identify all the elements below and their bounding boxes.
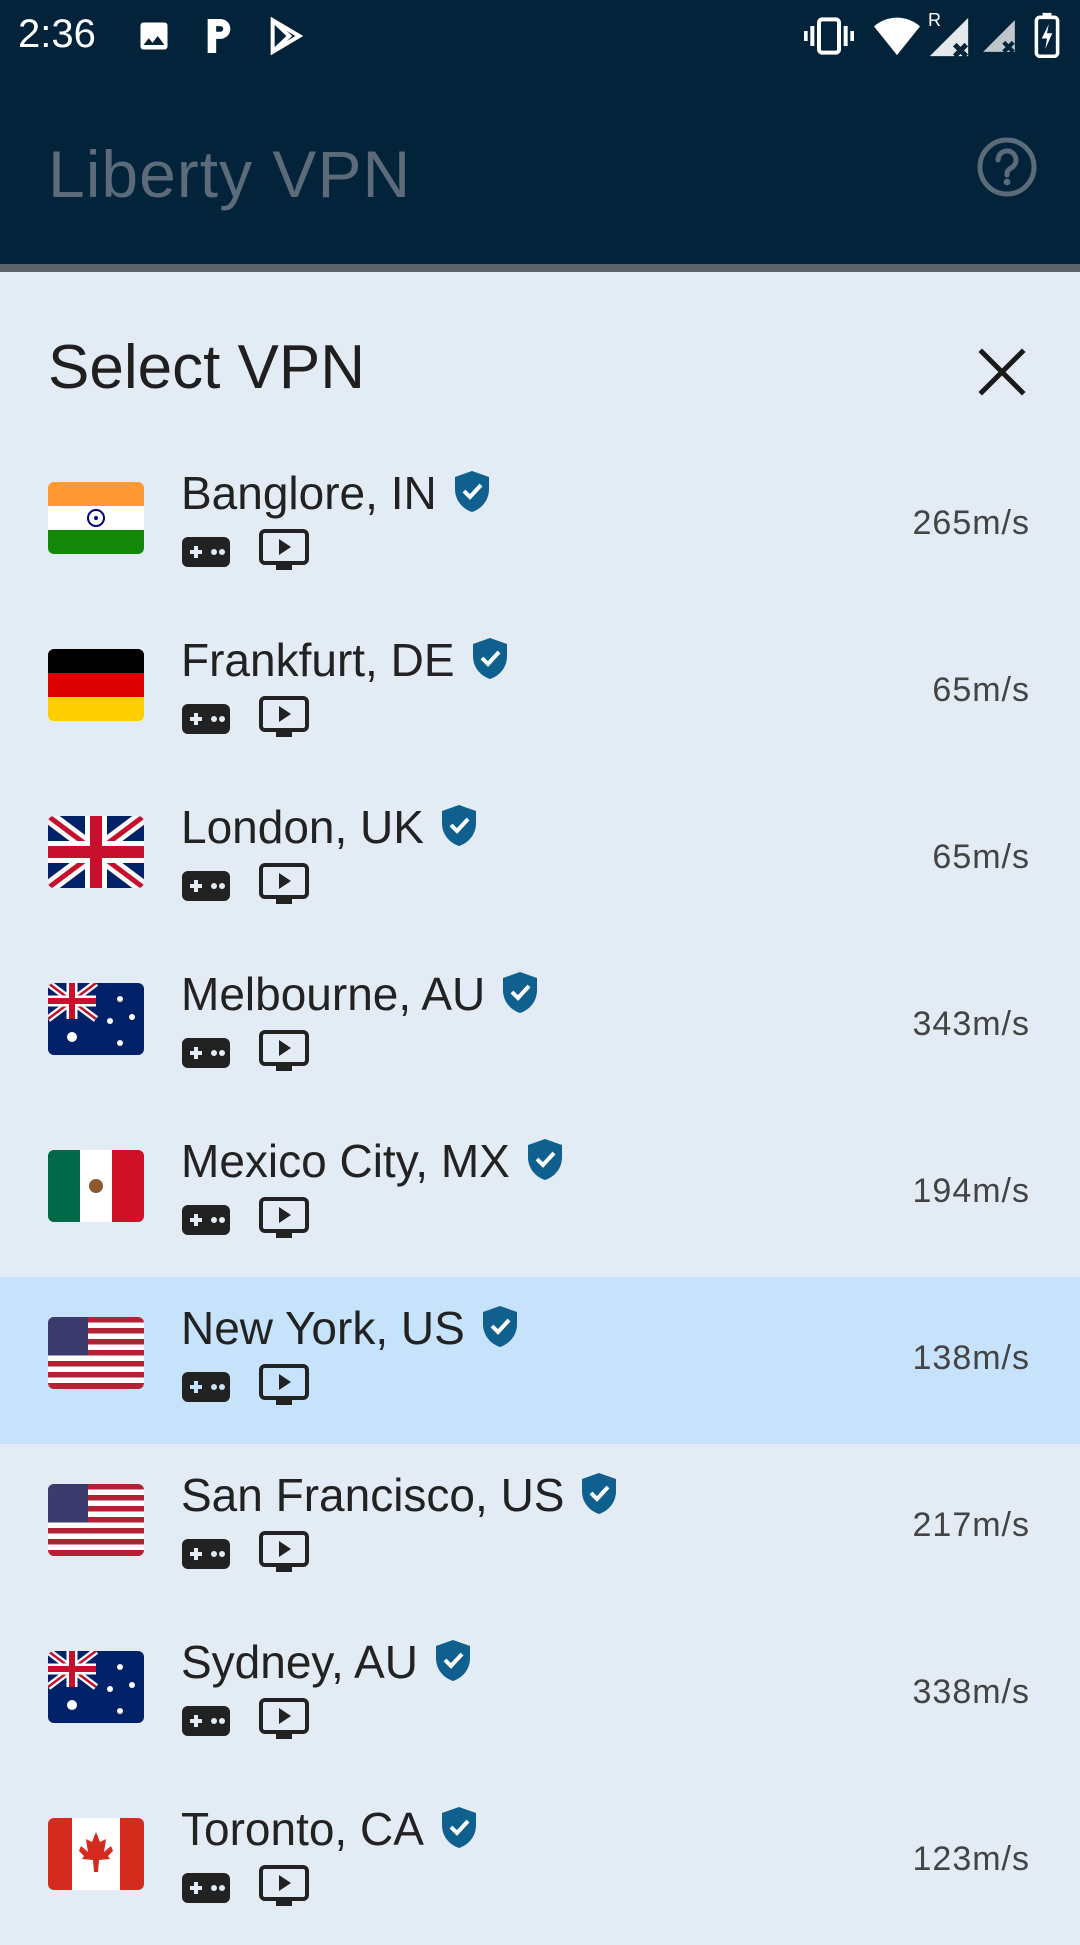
streaming-icon (259, 1364, 309, 1405)
gaming-icon (182, 1372, 230, 1402)
app-bar-divider (0, 264, 1080, 272)
gaming-icon (182, 704, 230, 734)
gaming-icon (182, 1038, 230, 1068)
select-vpn-sheet: Select VPN Banglore, IN 265m/s Frankfurt… (0, 272, 1080, 1920)
server-speed: 343m/s (912, 1005, 1030, 1043)
server-city: Sydney, AU (181, 1635, 472, 1689)
gaming-icon (182, 1873, 230, 1903)
verified-shield-icon (441, 804, 476, 846)
server-city: Frankfurt, DE (181, 633, 509, 687)
server-speed: 138m/s (912, 1339, 1030, 1377)
status-bar: 2:36 R (0, 0, 1080, 72)
verified-shield-icon (482, 1305, 517, 1347)
streaming-icon (259, 696, 309, 737)
server-row-banglore[interactable]: Banglore, IN 265m/s (0, 442, 1080, 609)
battery-charging-icon (1034, 12, 1060, 58)
verified-shield-icon (527, 1138, 562, 1180)
server-row-frankfurt[interactable]: Frankfurt, DE 65m/s (0, 609, 1080, 776)
streaming-icon (259, 1531, 309, 1572)
server-speed: 123m/s (912, 1840, 1030, 1878)
sheet-title: Select VPN (48, 333, 366, 402)
server-speed: 65m/s (932, 838, 1030, 876)
server-speed: 65m/s (932, 671, 1030, 709)
play-store-icon (270, 16, 304, 56)
server-city: Banglore, IN (181, 466, 491, 520)
server-list: Banglore, IN 265m/s Frankfurt, DE 65m/s (0, 442, 1080, 1945)
verified-shield-icon (454, 470, 489, 512)
server-speed: 217m/s (912, 1506, 1030, 1544)
australia-flag-icon (48, 1651, 144, 1723)
gaming-icon (182, 1706, 230, 1736)
server-city: San Francisco, US (181, 1468, 618, 1522)
server-row-mexico-city[interactable]: Mexico City, MX 194m/s (0, 1110, 1080, 1277)
signal-icon (983, 20, 1015, 54)
server-speed: 194m/s (912, 1172, 1030, 1210)
australia-flag-icon (48, 983, 144, 1055)
verified-shield-icon (582, 1472, 617, 1514)
gaming-icon (182, 1539, 230, 1569)
app-bar: Liberty VPN (0, 72, 1080, 264)
gaming-icon (182, 871, 230, 901)
india-flag-icon (48, 482, 144, 554)
server-city: Toronto, CA (181, 1802, 478, 1856)
mexico-flag-icon (48, 1150, 144, 1222)
streaming-icon (259, 1030, 309, 1071)
signal-roaming-icon: R (926, 10, 972, 58)
image-icon (140, 22, 168, 50)
gaming-icon (182, 537, 230, 567)
app-title: Liberty VPN (48, 137, 412, 211)
server-row-london[interactable]: London, UK 65m/s (0, 776, 1080, 943)
p-icon (207, 19, 231, 53)
status-time: 2:36 (18, 12, 96, 56)
wifi-icon (874, 17, 920, 56)
server-city: Melbourne, AU (181, 967, 539, 1021)
verified-shield-icon (503, 971, 538, 1013)
server-speed: 265m/s (912, 504, 1030, 542)
server-row-sydney[interactable]: Sydney, AU 338m/s (0, 1611, 1080, 1778)
verified-shield-icon (441, 1806, 476, 1848)
server-row-new-york[interactable]: New York, US 138m/s (0, 1277, 1080, 1444)
streaming-icon (259, 1698, 309, 1739)
streaming-icon (259, 1865, 309, 1906)
uk-flag-icon (48, 816, 144, 888)
vibrate-icon (804, 17, 854, 55)
streaming-icon (259, 1197, 309, 1238)
gaming-icon (182, 1205, 230, 1235)
server-city: New York, US (181, 1301, 519, 1355)
usa-flag-icon (48, 1484, 144, 1556)
streaming-icon (259, 529, 309, 570)
germany-flag-icon (48, 649, 144, 721)
server-city: London, UK (181, 800, 478, 854)
help-circle-icon[interactable] (976, 136, 1038, 198)
server-row-san-francisco[interactable]: San Francisco, US 217m/s (0, 1444, 1080, 1611)
usa-flag-icon (48, 1317, 144, 1389)
verified-shield-icon (435, 1639, 470, 1681)
verified-shield-icon (472, 637, 507, 679)
server-city: Mexico City, MX (181, 1134, 564, 1188)
server-speed: 338m/s (912, 1673, 1030, 1711)
close-icon[interactable] (976, 346, 1028, 398)
server-row-melbourne[interactable]: Melbourne, AU 343m/s (0, 943, 1080, 1110)
canada-flag-icon (48, 1818, 144, 1890)
streaming-icon (259, 863, 309, 904)
